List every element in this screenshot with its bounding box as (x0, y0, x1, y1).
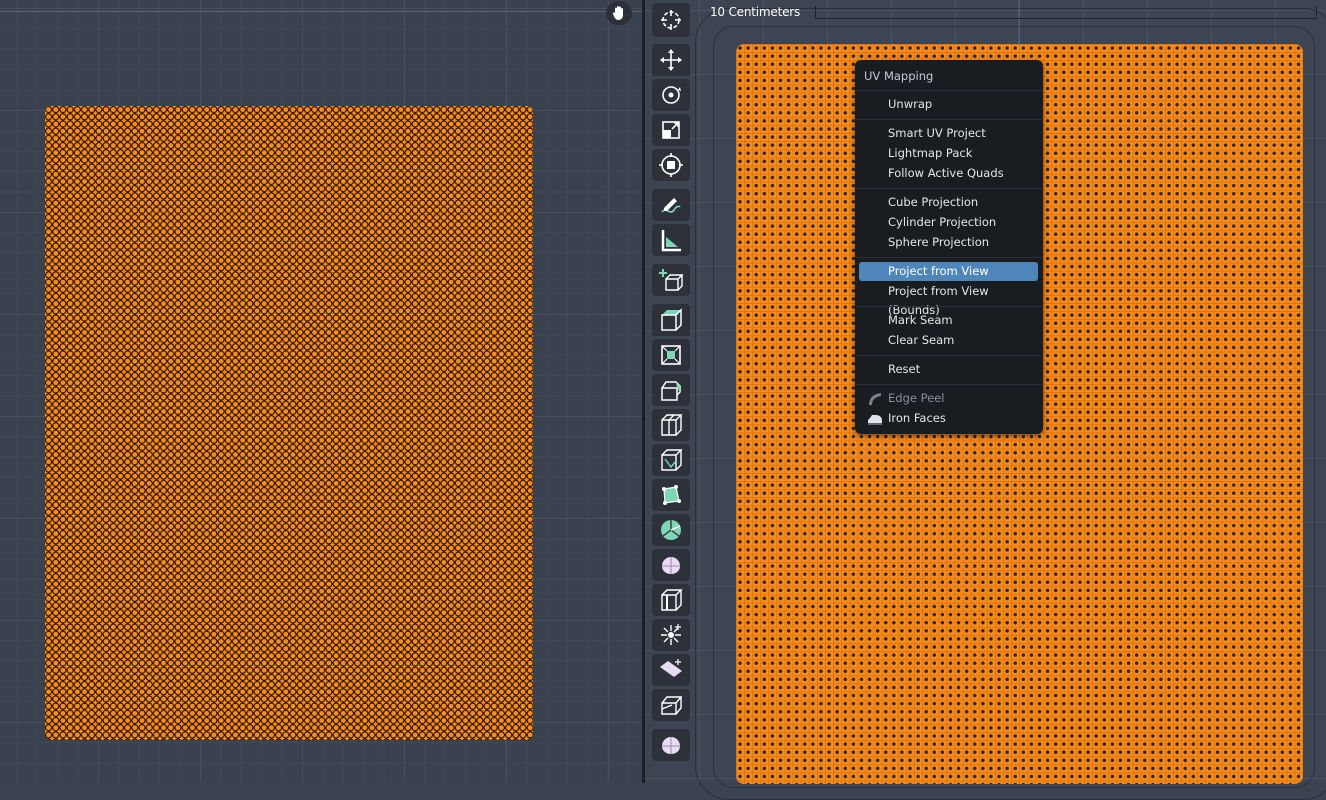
menu-item-clear-seam[interactable]: Clear Seam (859, 331, 1038, 350)
menu-item-iron-faces[interactable]: Iron Faces (859, 409, 1038, 428)
menu-separator (856, 257, 1042, 258)
scale-icon (662, 121, 680, 139)
tool-shelf (650, 0, 692, 783)
extrude-icon (661, 308, 682, 331)
annotate-icon (661, 198, 681, 213)
menu-item-mark-seam[interactable]: Mark Seam (859, 311, 1038, 330)
menu-separator (856, 188, 1042, 189)
inset-icon (661, 345, 681, 365)
move-icon (660, 49, 682, 71)
measure-icon (661, 230, 681, 252)
sphere-tool[interactable] (652, 729, 690, 761)
menu-item-cylinder-projection[interactable]: Cylinder Projection (859, 213, 1038, 232)
rotate-tool[interactable] (652, 79, 690, 111)
uv-mapping-menu: UV Mapping Unwrap Smart UV Project Light… (855, 60, 1043, 434)
menu-item-edge-peel: Edge Peel (859, 389, 1038, 408)
rip-icon (661, 696, 683, 715)
measure-tool[interactable] (652, 224, 690, 256)
transform-icon (659, 153, 683, 177)
scale-label: 10 Centimeters (710, 5, 801, 19)
header-divider (0, 11, 642, 12)
menu-separator (856, 90, 1042, 91)
cursor-icon (661, 10, 681, 30)
hand-icon (612, 6, 623, 20)
shear-icon (660, 659, 682, 677)
menu-item-lightmap-pack[interactable]: Lightmap Pack (859, 144, 1038, 163)
menu-separator (856, 355, 1042, 356)
shear-tool[interactable] (652, 654, 690, 686)
spin-icon (661, 520, 681, 540)
menu-title: UV Mapping (864, 69, 934, 83)
menu-item-project-from-view-bounds[interactable]: Project from View (Bounds) (859, 282, 1038, 317)
menu-item-label: Iron Faces (888, 411, 946, 425)
edge-slide-icon (661, 589, 683, 611)
move-tool[interactable] (652, 44, 690, 76)
edge-peel-icon (869, 393, 881, 405)
loop-cut-tool[interactable] (652, 409, 690, 441)
smooth-tool[interactable] (652, 549, 690, 581)
add-cube-tool[interactable] (652, 264, 690, 296)
pan-button[interactable] (606, 1, 632, 25)
cursor-tool[interactable] (652, 3, 690, 37)
loop-cut-icon (661, 414, 683, 436)
menu-item-project-from-view[interactable]: Project from View (859, 262, 1038, 281)
bevel-icon (661, 381, 681, 401)
menu-item-cube-projection[interactable]: Cube Projection (859, 193, 1038, 212)
iron-faces-icon (868, 415, 882, 425)
annotate-tool[interactable] (652, 189, 690, 221)
menu-item-label: Edge Peel (888, 391, 945, 405)
menu-item-reset[interactable]: Reset (859, 360, 1038, 379)
add-cube-icon (659, 269, 684, 291)
rip-tool[interactable] (652, 689, 690, 721)
extrude-tool[interactable] (652, 304, 690, 336)
menu-item-unwrap[interactable]: Unwrap (859, 95, 1038, 114)
uv-mesh[interactable] (45, 106, 533, 740)
transform-tool[interactable] (652, 149, 690, 181)
rotate-icon (662, 86, 681, 104)
knife-icon (661, 449, 683, 471)
menu-item-smart-uv-project[interactable]: Smart UV Project (859, 124, 1038, 143)
inset-tool[interactable] (652, 339, 690, 371)
smooth-icon (662, 557, 680, 574)
shrink-fatten-icon (661, 624, 681, 645)
edge-slide-tool[interactable] (652, 584, 690, 616)
bevel-tool[interactable] (652, 374, 690, 406)
menu-separator (856, 384, 1042, 385)
menu-separator (856, 119, 1042, 120)
uv-editor[interactable] (0, 0, 642, 783)
poly-build-icon (662, 485, 681, 505)
scale-bar (815, 6, 1317, 19)
knife-tool[interactable] (652, 444, 690, 476)
scale-tool[interactable] (652, 114, 690, 146)
sphere-icon (662, 737, 680, 754)
poly-build-tool[interactable] (652, 479, 690, 511)
menu-separator (856, 306, 1042, 307)
spin-tool[interactable] (652, 514, 690, 546)
menu-item-follow-active-quads[interactable]: Follow Active Quads (859, 164, 1038, 183)
shrink-fatten-tool[interactable] (652, 619, 690, 651)
menu-item-sphere-projection[interactable]: Sphere Projection (859, 233, 1038, 252)
